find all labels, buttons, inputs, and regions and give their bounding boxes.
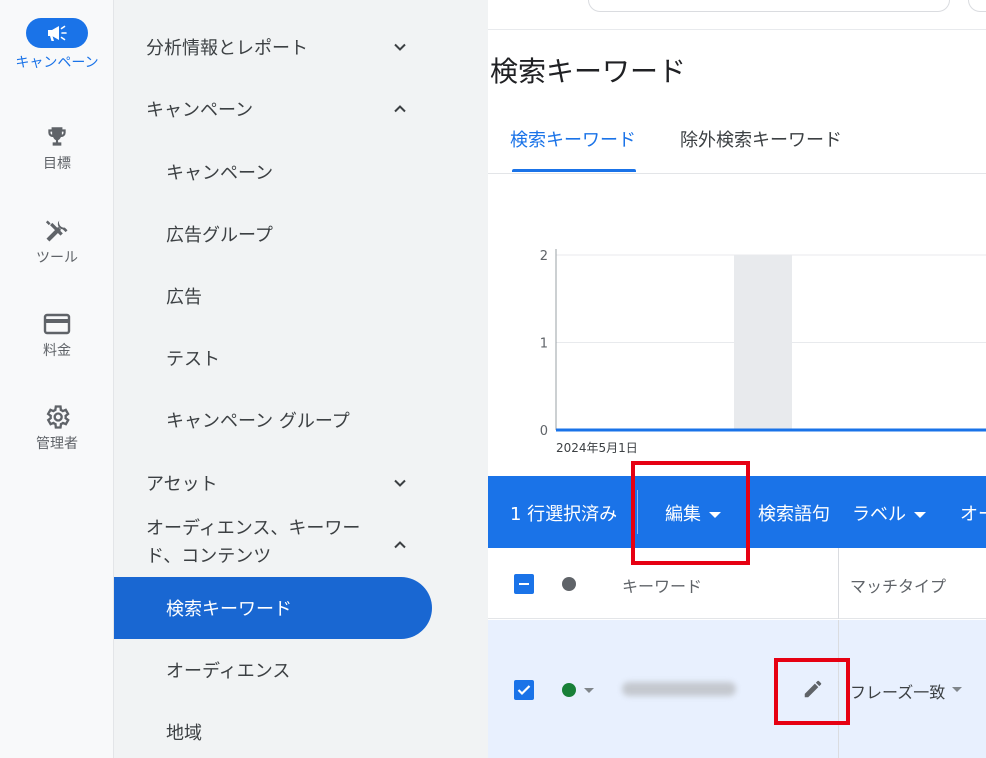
nav-item-label: 分析情報とレポート xyxy=(146,38,308,59)
nav-item-label-line2: ド、コンテンツ xyxy=(146,546,272,567)
nav-item-label: アセット xyxy=(146,474,218,495)
search-terms-button[interactable]: 検索語句 xyxy=(758,500,830,526)
chevron-down-icon xyxy=(394,43,406,51)
status-enabled-icon[interactable] xyxy=(562,683,576,697)
page-title: 検索キーワード xyxy=(490,55,687,88)
nav-item-campaigns-group[interactable]: キャンペーン xyxy=(114,90,488,128)
edit-label: 編集 xyxy=(665,504,701,525)
tab-active-indicator xyxy=(512,169,636,172)
rail-item-tools[interactable]: ツール xyxy=(0,216,114,267)
topbar-control[interactable] xyxy=(968,0,986,12)
nav-item-search-keywords[interactable]: 検索キーワード xyxy=(114,577,432,639)
rail-item-billing[interactable]: 料金 xyxy=(0,309,114,360)
tools-icon xyxy=(43,216,71,246)
nav-item-ad-groups[interactable]: 広告グループ xyxy=(114,215,488,253)
nav-item-audiences[interactable]: オーディエンス xyxy=(114,651,488,689)
rail-label: 料金 xyxy=(43,343,71,359)
nav-item-label: キャンペーン xyxy=(146,100,254,121)
status-header-icon[interactable] xyxy=(562,577,576,591)
rail-label: 目標 xyxy=(43,156,71,172)
rail-item-campaigns[interactable]: キャンペーン xyxy=(0,18,114,72)
nav-item-label: オーディエンス、キーワー ド、コンテンツ xyxy=(146,515,360,571)
select-all-checkbox[interactable] xyxy=(514,574,534,594)
nav-item-experiments[interactable]: テスト xyxy=(114,339,488,377)
nav-item-label: 広告 xyxy=(166,287,202,308)
nav-item-label: 検索キーワード xyxy=(166,599,292,620)
nav-item-campaign-groups[interactable]: キャンペーン グループ xyxy=(114,401,488,439)
column-divider xyxy=(838,620,839,758)
keyword-text-redacted xyxy=(622,682,736,696)
chart-y-tick-label: 1 xyxy=(540,337,548,352)
chevron-down-icon xyxy=(394,479,406,487)
chevron-up-icon xyxy=(394,541,406,549)
nav-item-label: 地域 xyxy=(166,723,202,744)
rail-item-admin[interactable]: 管理者 xyxy=(0,402,114,453)
rail-label: キャンペーン xyxy=(15,55,99,71)
nav-item-locations[interactable]: 地域 xyxy=(114,713,488,751)
rail-label: ツール xyxy=(36,250,78,266)
table-row[interactable]: フレーズ一致 xyxy=(488,620,986,758)
tab-search-keywords[interactable]: 検索キーワード xyxy=(510,126,636,152)
chevron-up-icon xyxy=(394,105,406,113)
nav-item-audiences-keywords-content[interactable]: オーディエンス、キーワー ド、コンテンツ xyxy=(114,515,488,573)
label-dropdown-button[interactable]: ラベル xyxy=(852,500,926,526)
nav-item-label-line1: オーディエンス、キーワー xyxy=(146,518,361,539)
chart-y-tick-label: 2 xyxy=(540,249,548,264)
caret-down-icon xyxy=(709,512,721,518)
match-type-caret-icon[interactable] xyxy=(952,687,962,692)
header-divider xyxy=(488,29,986,30)
nav-item-label: 広告グループ xyxy=(166,225,273,246)
nav-item-campaigns[interactable]: キャンペーン xyxy=(114,153,488,191)
rail-label: 管理者 xyxy=(36,436,78,452)
megaphone-icon xyxy=(26,18,88,48)
nav-item-label: キャンペーン グループ xyxy=(166,411,350,432)
nav-item-label: キャンペーン xyxy=(166,163,274,184)
tab-negative-keywords[interactable]: 除外検索キーワード xyxy=(680,126,842,152)
edit-pencil-icon[interactable] xyxy=(802,678,824,700)
keyword-column-header[interactable]: キーワード xyxy=(622,573,702,597)
rail-item-goals[interactable]: 目標 xyxy=(0,122,114,173)
toolbar-divider xyxy=(637,490,638,534)
trophy-icon xyxy=(44,122,70,152)
edit-dropdown-button[interactable]: 編集 xyxy=(665,500,721,526)
chart-x-tick-label: 2024年5月1日 xyxy=(556,441,638,455)
chart-y-tick-label: 0 xyxy=(540,424,548,439)
nav-item-assets[interactable]: アセット xyxy=(114,464,488,502)
column-divider xyxy=(838,548,839,619)
match-type-cell[interactable]: フレーズ一致 xyxy=(850,679,945,703)
minus-icon xyxy=(519,583,529,585)
match-type-column-header[interactable]: マッチタイプ xyxy=(850,573,946,597)
nav-panel: 分析情報とレポート キャンペーン キャンペーン 広告グループ 広告 テスト キャ… xyxy=(114,0,488,758)
nav-item-insights-reports[interactable]: 分析情報とレポート xyxy=(114,28,488,66)
checkmark-icon xyxy=(517,685,531,696)
caret-down-icon xyxy=(914,512,926,518)
main-content: 検索キーワード 検索キーワード 除外検索キーワード 012 2024年5月1日 … xyxy=(488,0,986,758)
credit-card-icon xyxy=(43,309,71,339)
nav-item-label: テスト xyxy=(166,349,220,370)
chart-y-ticks: 0 1 2 xyxy=(540,249,548,439)
more-button[interactable]: オー xyxy=(960,500,986,526)
bulk-action-toolbar: 1 行選択済み 編集 検索語句 ラベル オー xyxy=(488,476,986,548)
table-header-row: キーワード マッチタイプ xyxy=(488,548,986,619)
nav-item-ads[interactable]: 広告 xyxy=(114,277,488,315)
tabs-divider xyxy=(488,173,986,174)
status-caret-icon[interactable] xyxy=(584,688,594,693)
left-rail: キャンペーン 目標 ツール 料金 管理者 xyxy=(0,0,114,758)
label-label: ラベル xyxy=(852,504,906,525)
performance-chart: 0 1 2 2024年5月1日 xyxy=(540,249,986,455)
row-checkbox[interactable] xyxy=(514,680,534,700)
nav-item-label: オーディエンス xyxy=(166,661,291,682)
selected-count: 1 行選択済み xyxy=(510,504,618,525)
chart-highlight-band xyxy=(734,255,792,430)
search-bar[interactable] xyxy=(588,0,950,12)
gear-icon xyxy=(43,402,71,432)
